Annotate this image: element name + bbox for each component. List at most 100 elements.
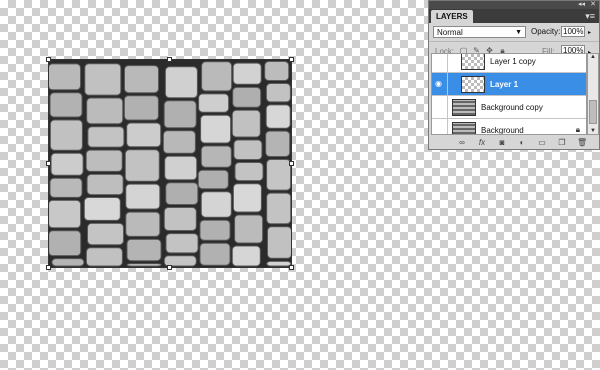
- visibility-toggle[interactable]: [432, 96, 448, 118]
- layer-name: Background: [481, 126, 524, 135]
- cobblestone: [266, 260, 292, 267]
- cobblestone: [164, 66, 198, 99]
- cobblestone: [48, 230, 82, 257]
- visibility-toggle[interactable]: ◉: [432, 73, 448, 95]
- blend-mode-value: Normal: [437, 28, 463, 37]
- visibility-toggle[interactable]: [432, 54, 448, 72]
- fx-icon[interactable]: fx: [477, 138, 487, 147]
- layer-thumbnail: [461, 54, 485, 70]
- cobblestone: [49, 92, 83, 118]
- cobblestone: [49, 177, 83, 198]
- eye-icon: ◉: [435, 79, 442, 88]
- scroll-thumb[interactable]: [589, 100, 597, 124]
- cobblestone: [266, 159, 292, 191]
- cobblestone: [125, 211, 161, 237]
- cobblestone: [265, 104, 291, 129]
- cobblestone: [201, 61, 233, 92]
- cobblestone: [199, 242, 231, 266]
- close-icon[interactable]: ✕: [590, 1, 596, 9]
- transform-handle-middle-left[interactable]: [46, 161, 51, 166]
- scroll-down-icon[interactable]: ▼: [590, 128, 596, 134]
- cobblestone: [49, 119, 83, 151]
- panel-bottom-toolbar: ∞ fx ◙ ◐ ▭ ❐ 🗑︎: [429, 136, 599, 149]
- transform-handle-bottom-center[interactable]: [167, 265, 172, 270]
- cobblestone: [50, 152, 84, 176]
- opacity-slider-arrow-icon[interactable]: ▸: [588, 29, 591, 36]
- cobblestone: [234, 214, 264, 244]
- scroll-up-icon[interactable]: ▲: [590, 54, 596, 60]
- visibility-toggle[interactable]: [432, 119, 448, 134]
- cobblestone: [124, 65, 159, 94]
- transform-handle-bottom-right[interactable]: [289, 265, 294, 270]
- chevron-down-icon: ▼: [515, 29, 522, 36]
- layer-row-background-copy[interactable]: Background copy: [432, 96, 586, 119]
- layer-row-layer-1[interactable]: ◉ Layer 1: [432, 73, 586, 96]
- cobblestone: [87, 222, 124, 246]
- transform-handle-middle-right[interactable]: [289, 161, 294, 166]
- cobblestone: [232, 183, 262, 213]
- cobblestone: [231, 109, 261, 138]
- cobblestone: [265, 83, 291, 103]
- collapse-icon[interactable]: ◂◂: [578, 1, 585, 9]
- cobblestone: [125, 183, 161, 210]
- cobblestone: [126, 238, 162, 262]
- cobblestone: [84, 63, 122, 96]
- blend-opacity-row: Normal ▼ Opacity: 100% ▸: [429, 23, 599, 41]
- adjustment-icon[interactable]: ◐: [517, 138, 527, 147]
- cobblestone: [163, 100, 197, 129]
- cobblestone: [85, 247, 123, 267]
- cobblestone: [126, 122, 162, 148]
- new-layer-icon[interactable]: ❐: [557, 138, 567, 147]
- cobblestone: [197, 169, 229, 190]
- transform-handle-top-left[interactable]: [46, 57, 51, 62]
- cobblestone: [200, 191, 232, 218]
- transform-handle-top-center[interactable]: [167, 57, 172, 62]
- cobblestone: [165, 233, 199, 254]
- cobblestone: [200, 145, 232, 168]
- panel-menu-icon[interactable]: ▾≡: [585, 11, 595, 21]
- cobblestone: [234, 162, 264, 182]
- blend-mode-select[interactable]: Normal ▼: [433, 26, 526, 38]
- layer-thumbnail: [452, 99, 476, 116]
- cobblestone: [267, 226, 292, 259]
- layer-thumbnail: [452, 122, 476, 134]
- link-icon[interactable]: ∞: [457, 138, 467, 147]
- cobblestone: [231, 245, 261, 267]
- cobblestone: [165, 182, 199, 206]
- layer-row-background[interactable]: Background 🔒︎: [432, 119, 586, 135]
- cobblestone: [123, 95, 159, 121]
- cobblestone: [124, 149, 160, 182]
- cobblestone: [265, 130, 291, 157]
- layers-panel: ◂◂ ✕ LAYERS ▾≡ Normal ▼ Opacity: 100% ▸ …: [428, 0, 600, 150]
- group-icon[interactable]: ▭: [537, 138, 547, 147]
- cobblestone: [86, 97, 124, 125]
- tab-layers[interactable]: LAYERS: [431, 10, 473, 23]
- layer-thumbnail: [461, 76, 485, 93]
- cobblestone: [233, 139, 263, 160]
- cobblestone: [85, 149, 123, 172]
- cobblestone: [200, 114, 232, 144]
- opacity-label: Opacity:: [531, 27, 561, 36]
- transform-handle-top-right[interactable]: [289, 57, 294, 62]
- layer-name: Background copy: [481, 103, 543, 112]
- cobblestone: [86, 173, 124, 196]
- cobblestone: [264, 61, 290, 81]
- layer-row-layer-1-copy[interactable]: Layer 1 copy: [432, 54, 586, 73]
- cobblestone: [162, 130, 196, 154]
- cobblestone: [126, 263, 162, 267]
- cobblestone: [232, 86, 262, 108]
- cobblestone: [83, 197, 121, 221]
- cobblestone: [198, 93, 230, 113]
- transform-handle-bottom-left[interactable]: [46, 265, 51, 270]
- layer-list: Layer 1 copy ◉ Layer 1 Background copy B…: [431, 53, 587, 135]
- cobblestone-texture: [48, 59, 292, 268]
- panel-tab-bar: LAYERS ▾≡: [429, 9, 599, 23]
- cobblestone: [163, 207, 197, 231]
- cobblestone: [232, 62, 262, 85]
- layer-name: Layer 1: [490, 80, 519, 89]
- layer-name: Layer 1 copy: [490, 57, 536, 66]
- mask-icon[interactable]: ◙: [497, 138, 507, 147]
- opacity-input[interactable]: 100%: [561, 26, 585, 37]
- trash-icon[interactable]: 🗑︎: [577, 138, 587, 147]
- layer-list-scrollbar[interactable]: ▲ ▼: [587, 53, 599, 135]
